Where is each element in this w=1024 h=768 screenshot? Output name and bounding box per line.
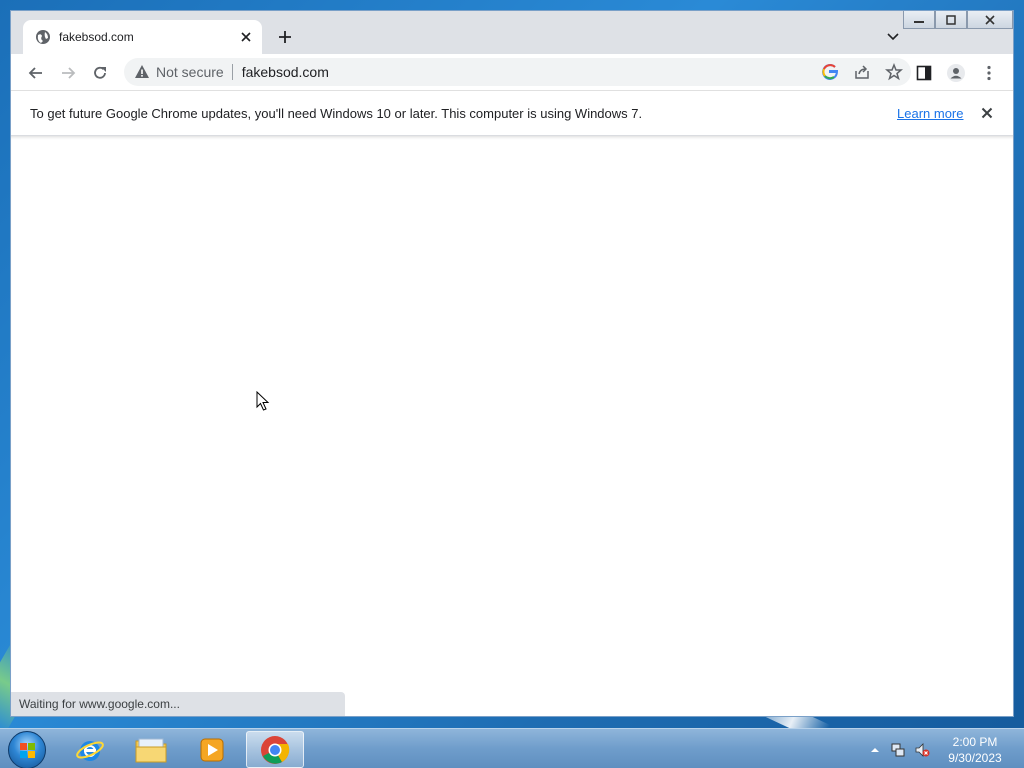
show-hidden-icons-icon[interactable] xyxy=(867,742,883,758)
close-window-button[interactable] xyxy=(967,11,1013,29)
close-icon xyxy=(985,14,995,25)
close-infobar-icon[interactable] xyxy=(979,105,995,121)
globe-icon xyxy=(36,30,50,44)
infobar-message: To get future Google Chrome updates, you… xyxy=(30,106,643,121)
google-lens-icon[interactable] xyxy=(821,63,839,81)
minimize-button[interactable] xyxy=(903,11,935,29)
taskbar-item-media-player[interactable] xyxy=(183,731,241,768)
restore-icon xyxy=(946,14,956,25)
back-arrow-icon[interactable] xyxy=(27,64,45,82)
omnibox-divider xyxy=(231,64,233,80)
minimize-icon xyxy=(914,20,924,23)
maximize-button[interactable] xyxy=(935,11,967,29)
status-bubble: Waiting for www.google.com... xyxy=(11,692,345,716)
address-bar[interactable]: Not secure fakebsod.com xyxy=(124,58,911,86)
folder-icon xyxy=(135,738,167,762)
clock-date: 9/30/2023 xyxy=(948,751,1002,765)
system-clock[interactable]: 2:00 PM 9/30/2023 xyxy=(944,734,1006,766)
url-text[interactable]: fakebsod.com xyxy=(242,64,911,80)
start-button[interactable] xyxy=(8,731,46,768)
profile-avatar-icon[interactable] xyxy=(947,64,965,82)
internet-explorer-icon xyxy=(76,740,104,761)
tab-title: fakebsod.com xyxy=(59,30,134,44)
window-controls xyxy=(903,11,1013,29)
update-infobar: To get future Google Chrome updates, you… xyxy=(11,90,1013,136)
page-content[interactable] xyxy=(11,136,1013,716)
chrome-window: fakebsod.com Not secure fakebsod.com To … xyxy=(10,10,1014,717)
warning-icon[interactable] xyxy=(134,64,150,80)
taskbar-item-internet-explorer[interactable] xyxy=(61,731,119,768)
media-player-icon xyxy=(200,738,224,761)
mouse-cursor-icon xyxy=(256,391,270,411)
reload-icon[interactable] xyxy=(91,64,109,82)
windows-logo-icon xyxy=(20,743,35,758)
more-menu-icon[interactable] xyxy=(980,64,998,82)
browser-toolbar: Not secure fakebsod.com xyxy=(11,54,1013,90)
taskbar: 2:00 PM 9/30/2023 xyxy=(0,728,1024,768)
clock-time: 2:00 PM xyxy=(952,735,998,749)
share-icon[interactable] xyxy=(853,63,871,81)
tab-fakebsod[interactable]: fakebsod.com xyxy=(23,20,262,54)
chrome-icon xyxy=(261,735,290,764)
forward-arrow-icon[interactable] xyxy=(59,64,77,82)
chevron-down-icon[interactable] xyxy=(885,28,901,44)
security-status[interactable]: Not secure xyxy=(156,64,224,80)
side-panel-icon[interactable] xyxy=(915,64,933,82)
taskbar-item-file-explorer[interactable] xyxy=(122,731,180,768)
learn-more-link[interactable]: Learn more xyxy=(897,106,963,121)
tab-strip: fakebsod.com xyxy=(11,11,1013,54)
network-icon[interactable] xyxy=(890,742,906,758)
bookmark-star-icon[interactable] xyxy=(885,63,903,81)
close-tab-icon[interactable] xyxy=(238,29,254,45)
new-tab-icon[interactable] xyxy=(275,27,295,47)
volume-muted-icon[interactable] xyxy=(914,742,930,758)
taskbar-item-google-chrome[interactable] xyxy=(246,731,304,768)
